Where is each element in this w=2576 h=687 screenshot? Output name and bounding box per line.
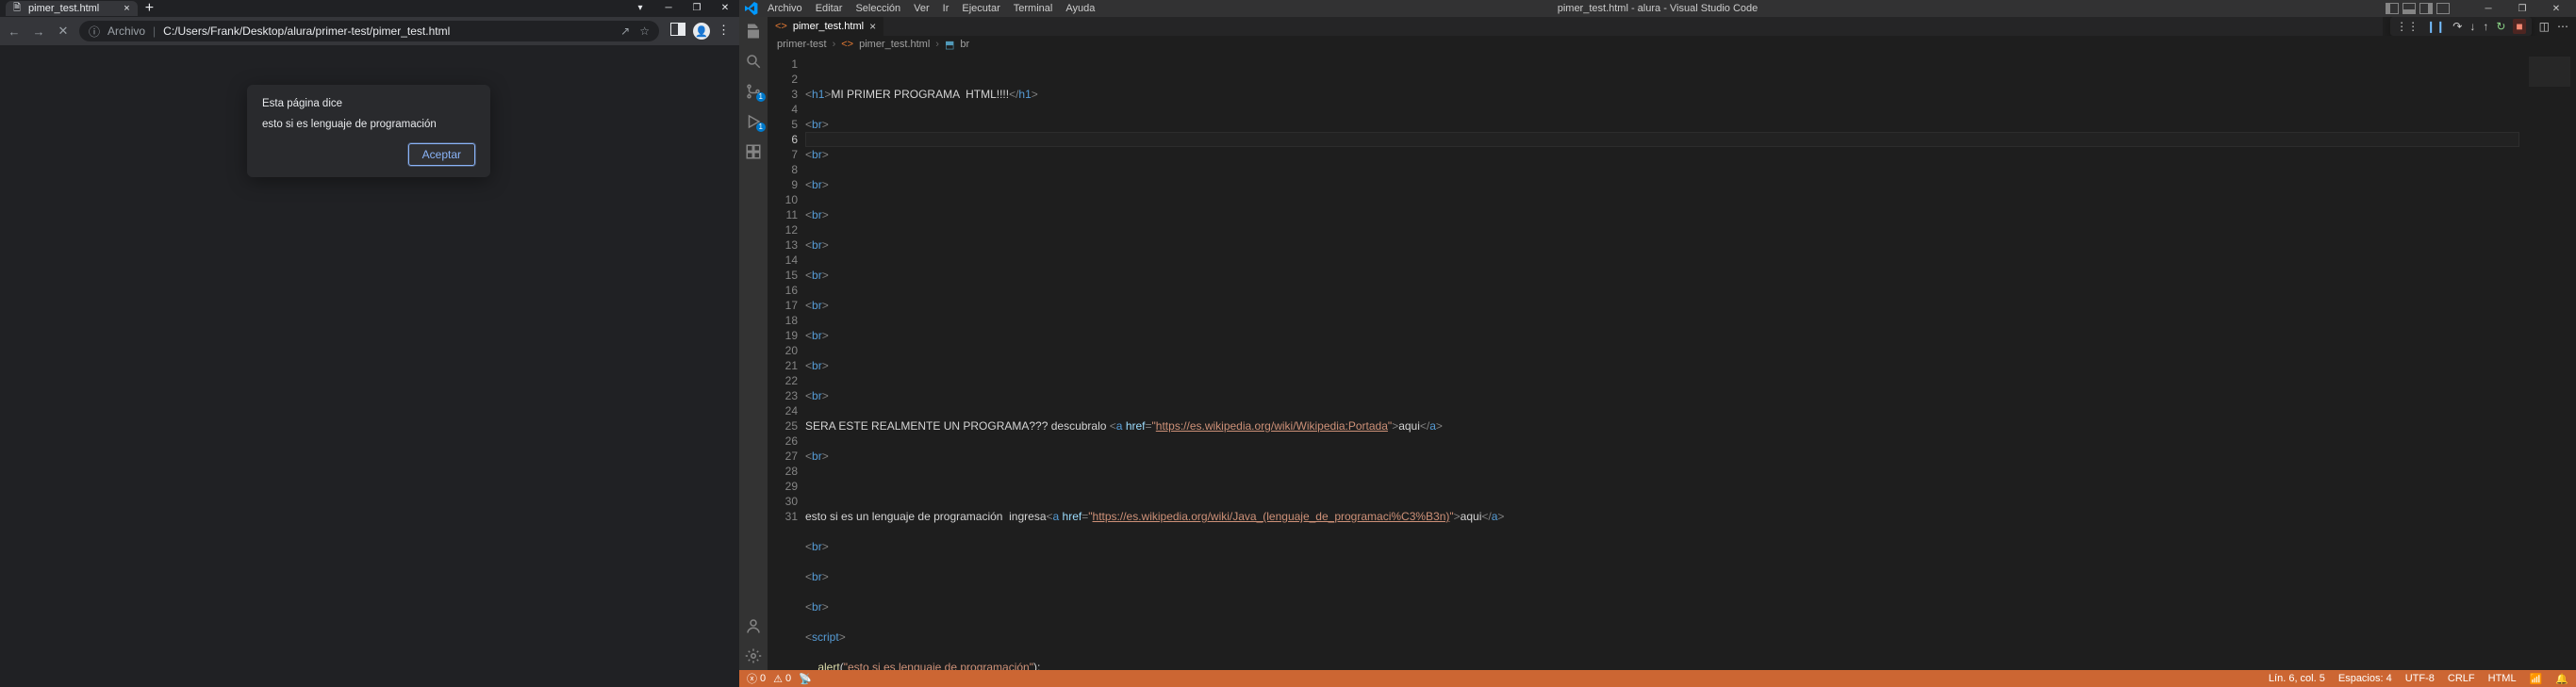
status-warnings[interactable]: ⚠ 0	[773, 673, 791, 685]
customize-layout-icon[interactable]	[2436, 3, 2450, 14]
symbol-tag-icon: ⬒	[945, 39, 954, 51]
bc-file[interactable]: pimer_test.html	[859, 39, 930, 50]
menu-seleccion[interactable]: Selección	[855, 3, 900, 14]
toggle-primary-sidebar-icon[interactable]	[2386, 3, 2399, 14]
profile-avatar[interactable]: 👤	[693, 23, 710, 40]
explorer-icon[interactable]	[745, 23, 762, 40]
run-debug-icon[interactable]: 1	[745, 113, 762, 130]
chevron-right-icon: ›	[935, 39, 939, 50]
editor-more-icon[interactable]: ⋯	[2557, 20, 2568, 33]
addr-scheme-label: Archivo	[107, 25, 145, 38]
status-errors[interactable]: ⓧ 0	[747, 671, 766, 686]
debug-step-into-icon[interactable]: ↓	[2469, 20, 2475, 33]
info-icon[interactable]: ⓘ	[89, 24, 100, 40]
menu-terminal[interactable]: Terminal	[1014, 3, 1053, 14]
editor-tab-label: pimer_test.html	[793, 21, 864, 32]
status-live-icon[interactable]: 📡	[799, 673, 812, 685]
alert-ok-button[interactable]: Aceptar	[408, 143, 475, 166]
addr-separator: |	[153, 25, 156, 38]
activity-bar: 1 1	[739, 17, 768, 670]
editor-tab-close-icon[interactable]: ×	[869, 20, 876, 33]
vs-close-button[interactable]: ✕	[2542, 4, 2570, 14]
editor[interactable]: 1234567891011121314151617181920212223242…	[768, 53, 2576, 670]
browser-tab[interactable]: 🗎 pimer_test.html ×	[6, 1, 138, 16]
forward-button[interactable]: →	[30, 25, 47, 39]
debug-stop-icon[interactable]: ■	[2513, 19, 2525, 34]
star-icon[interactable]: ☆	[639, 25, 650, 38]
share-icon[interactable]: ↗	[620, 25, 630, 38]
debug-toolbar[interactable]: ⋮⋮ ❙❙ ↷ ↓ ↑ ↻ ■	[2390, 17, 2531, 36]
editor-tab[interactable]: <> pimer_test.html ×	[768, 17, 884, 36]
browser-toolbar: ← → ✕ ⓘ Archivo | C:/Users/Frank/Desktop…	[0, 17, 739, 45]
menu-ejecutar[interactable]: Ejecutar	[962, 3, 999, 14]
debug-step-over-icon[interactable]: ↷	[2452, 20, 2462, 33]
browser-page: Esta página dice esto si es lenguaje de …	[0, 45, 739, 687]
address-bar[interactable]: ⓘ Archivo | C:/Users/Frank/Desktop/alura…	[79, 21, 659, 41]
code-content[interactable]: <h1>MI PRIMER PROGRAMA HTML!!!!</h1> <br…	[805, 53, 2519, 670]
status-golive-icon[interactable]: 📶	[2530, 673, 2543, 685]
alert-body: esto si es lenguaje de programación	[262, 119, 475, 130]
breadcrumb[interactable]: primer-test › <> pimer_test.html › ⬒ br	[768, 36, 2576, 53]
stop-button[interactable]: ✕	[55, 24, 72, 39]
status-spaces[interactable]: Espacios: 4	[2338, 673, 2392, 685]
status-encoding[interactable]: UTF-8	[2405, 673, 2435, 685]
browser-window: 🗎 pimer_test.html × + ▾ ─ ❐ ✕ ← → ✕ ⓘ Ar…	[0, 0, 739, 687]
debug-restart-icon[interactable]: ↻	[2496, 20, 2505, 33]
vscode-menu-bar: Archivo Editar Selección Ver Ir Ejecutar…	[764, 3, 1095, 14]
close-button[interactable]: ✕	[711, 0, 739, 15]
editor-area: <> pimer_test.html × ⋮⋮ ❙❙ ↷ ↓ ↑ ↻ ■ ◫	[768, 17, 2576, 670]
settings-gear-icon[interactable]	[745, 647, 762, 664]
browser-dropdown-icon[interactable]: ▾	[626, 0, 654, 15]
search-icon[interactable]	[745, 53, 762, 70]
vscode-titlebar: Archivo Editar Selección Ver Ir Ejecutar…	[739, 0, 2576, 17]
page-icon: 🗎	[13, 1, 21, 17]
editor-tabs: <> pimer_test.html × ⋮⋮ ❙❙ ↷ ↓ ↑ ↻ ■ ◫	[768, 17, 2576, 36]
kebab-menu-icon[interactable]: ⋮	[718, 23, 730, 40]
html-file-icon: <>	[775, 21, 787, 32]
menu-editar[interactable]: Editar	[816, 3, 843, 14]
status-bell-icon[interactable]: 🔔	[2555, 673, 2568, 685]
vs-maximize-button[interactable]: ❐	[2508, 4, 2536, 14]
minimap[interactable]	[2519, 53, 2576, 670]
line-gutter: 1234567891011121314151617181920212223242…	[768, 53, 805, 670]
vscode-title: pimer_test.html - alura - Visual Studio …	[1558, 3, 1759, 14]
menu-ver[interactable]: Ver	[914, 3, 930, 14]
sidepanel-icon[interactable]	[670, 23, 685, 36]
debug-pause-icon[interactable]: ❙❙	[2426, 20, 2445, 33]
back-button[interactable]: ←	[6, 25, 23, 39]
vscode-logo-icon	[745, 2, 758, 15]
extensions-icon[interactable]	[745, 143, 762, 160]
menu-archivo[interactable]: Archivo	[768, 3, 802, 14]
toggle-secondary-sidebar-icon[interactable]	[2419, 3, 2433, 14]
debug-drag-icon[interactable]: ⋮⋮	[2396, 20, 2419, 33]
chevron-right-icon: ›	[833, 39, 836, 50]
status-bar: ⓧ 0 ⚠ 0 📡 Lín. 6, col. 5 Espacios: 4 UTF…	[739, 670, 2576, 687]
status-language[interactable]: HTML	[2488, 673, 2517, 685]
vs-minimize-button[interactable]: ─	[2474, 4, 2502, 14]
addr-path: C:/Users/Frank/Desktop/alura/primer-test…	[163, 25, 450, 38]
toggle-panel-icon[interactable]	[2403, 3, 2416, 14]
debug-badge: 1	[756, 123, 766, 132]
debug-step-out-icon[interactable]: ↑	[2483, 20, 2488, 33]
alert-dialog: Esta página dice esto si es lenguaje de …	[247, 85, 490, 177]
split-editor-icon[interactable]: ◫	[2539, 20, 2550, 33]
close-tab-icon[interactable]: ×	[124, 3, 129, 14]
bc-folder[interactable]: primer-test	[777, 39, 827, 50]
bc-symbol[interactable]: br	[960, 39, 969, 50]
layout-icons	[2386, 3, 2450, 14]
new-tab-button[interactable]: +	[145, 0, 154, 17]
tab-title: pimer_test.html	[28, 3, 99, 14]
status-ln-col[interactable]: Lín. 6, col. 5	[2269, 673, 2325, 685]
minimize-button[interactable]: ─	[654, 0, 683, 15]
maximize-button[interactable]: ❐	[683, 0, 711, 15]
source-control-icon[interactable]: 1	[745, 83, 762, 100]
status-eol[interactable]: CRLF	[2448, 673, 2475, 685]
html-file-icon: <>	[841, 39, 853, 50]
scm-badge: 1	[756, 92, 766, 102]
vscode-window: Archivo Editar Selección Ver Ir Ejecutar…	[739, 0, 2576, 687]
accounts-icon[interactable]	[745, 617, 762, 634]
menu-ayuda[interactable]: Ayuda	[1065, 3, 1095, 14]
alert-title: Esta página dice	[262, 98, 475, 109]
menu-ir[interactable]: Ir	[943, 3, 949, 14]
